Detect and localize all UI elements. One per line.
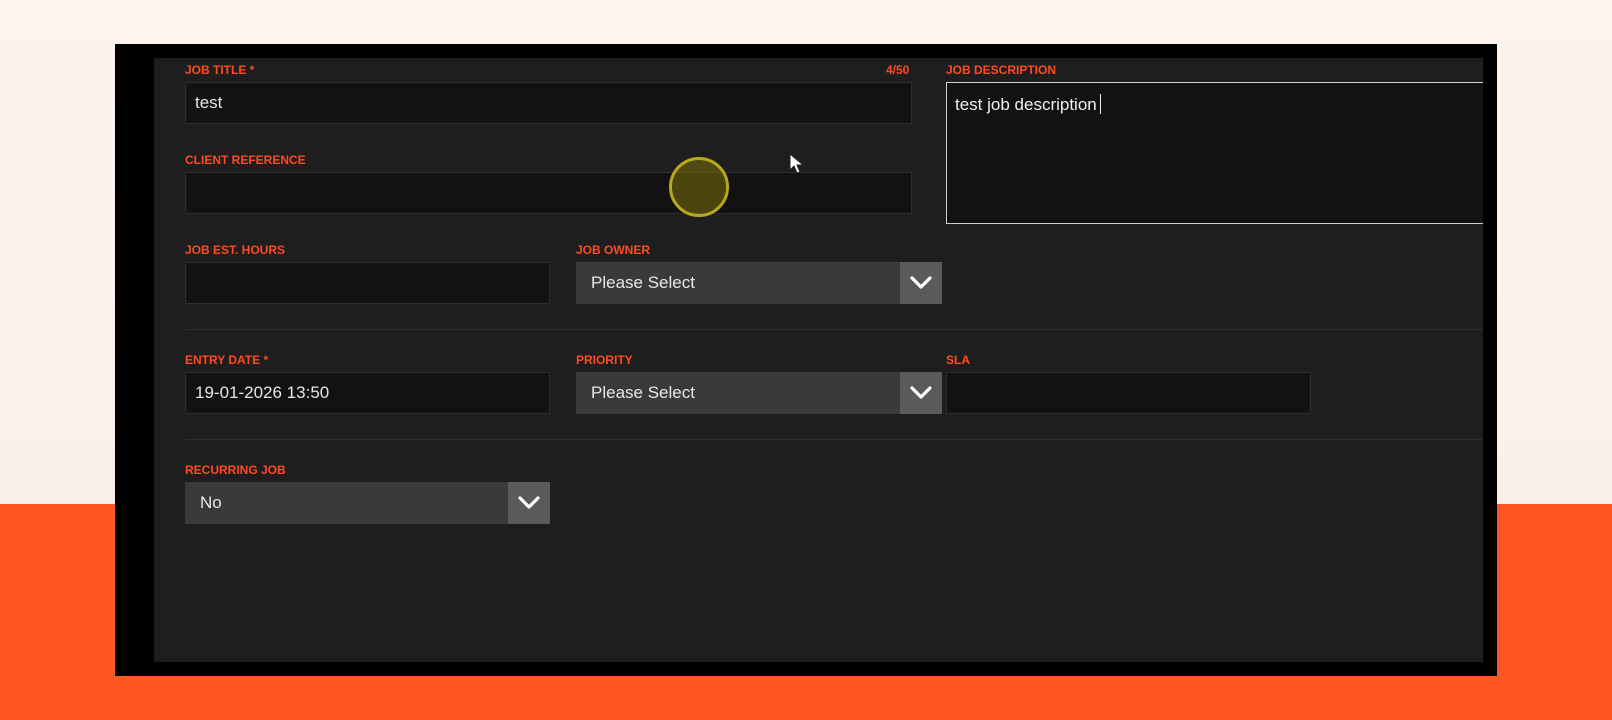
click-highlight-icon	[669, 157, 729, 217]
job-owner-selected-value: Please Select	[591, 273, 695, 292]
priority-label: PRIORITY	[576, 353, 633, 367]
job-title-input[interactable]: test	[185, 82, 912, 124]
client-reference-input[interactable]	[185, 172, 912, 214]
entry-date-label: ENTRY DATE *	[185, 353, 269, 367]
job-owner-select[interactable]: Please Select	[576, 262, 942, 304]
sla-label: SLA	[946, 353, 970, 367]
sla-input[interactable]	[946, 372, 1311, 414]
chevron-down-icon[interactable]	[900, 262, 942, 304]
recurring-job-selected-value: No	[200, 493, 222, 512]
job-description-label: JOB DESCRIPTION	[946, 63, 1057, 77]
job-form-panel: JOB TITLE * 4/50 test JOB DESCRIPTION te…	[154, 58, 1483, 662]
job-description-text: test job description	[955, 95, 1097, 114]
text-caret	[1099, 94, 1101, 114]
recurring-job-select[interactable]: No	[185, 482, 550, 524]
chevron-down-icon[interactable]	[508, 482, 550, 524]
job-owner-label: JOB OWNER	[576, 243, 651, 257]
job-title-label: JOB TITLE *	[185, 63, 255, 77]
entry-date-input[interactable]: 19-01-2026 13:50	[185, 372, 550, 414]
priority-select[interactable]: Please Select	[576, 372, 942, 414]
section-divider	[185, 329, 1483, 330]
job-title-char-counter: 4/50	[886, 63, 910, 77]
mouse-pointer-icon	[789, 153, 805, 174]
recurring-job-label: RECURRING JOB	[185, 463, 286, 477]
client-reference-label: CLIENT REFERENCE	[185, 153, 306, 167]
job-est-hours-label: JOB EST. HOURS	[185, 243, 286, 257]
job-description-textarea[interactable]: test job description	[946, 82, 1483, 224]
app-window: JOB TITLE * 4/50 test JOB DESCRIPTION te…	[115, 44, 1497, 676]
job-est-hours-input[interactable]	[185, 262, 550, 304]
priority-selected-value: Please Select	[591, 383, 695, 402]
section-divider	[185, 439, 1483, 440]
chevron-down-icon[interactable]	[900, 372, 942, 414]
